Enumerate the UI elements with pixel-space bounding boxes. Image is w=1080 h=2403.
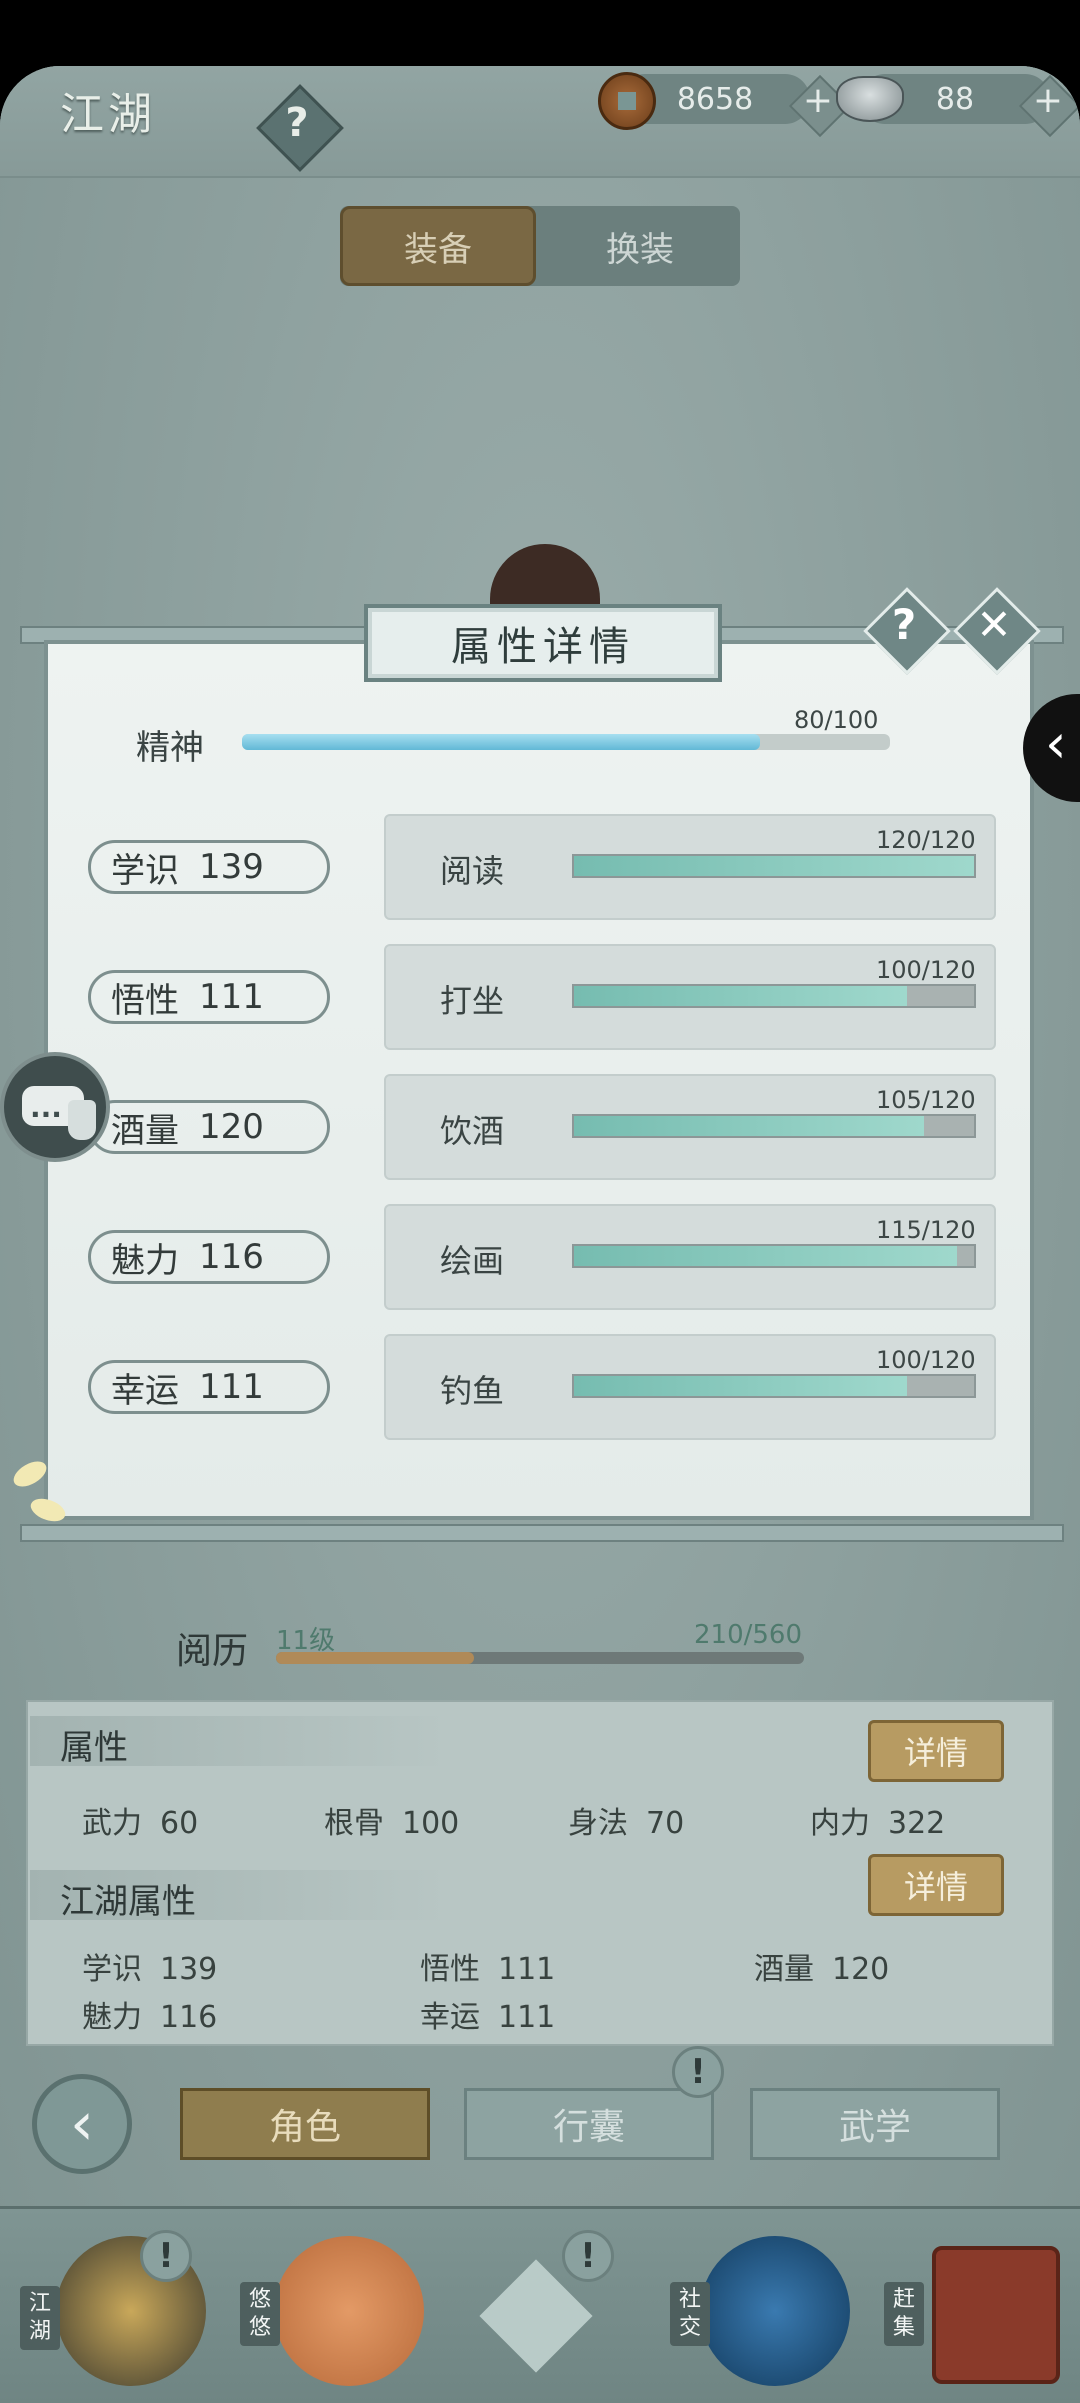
question-icon: ? [285, 100, 309, 146]
skill-value: 120/120 [876, 826, 976, 854]
attribute-value: 139 [199, 847, 264, 887]
attribute-value: 111 [199, 1367, 264, 1407]
chevron-left-icon: ‹ [1045, 712, 1067, 775]
nav-market[interactable]: 赶集 [880, 2236, 1070, 2386]
attribute-pill: 酒量 120 [88, 1100, 330, 1154]
tab-character[interactable]: 角色 [180, 2088, 430, 2160]
coin-count: 8658 [676, 81, 754, 117]
tab-martial-arts[interactable]: 武学 [750, 2088, 1000, 2160]
skill-value: 100/120 [876, 956, 976, 984]
nav-market-label: 赶集 [884, 2282, 924, 2346]
question-icon: ? [891, 600, 917, 649]
attribute-value: 111 [199, 977, 264, 1017]
back-arrow-icon: ‹ [70, 2089, 94, 2159]
tab-bag[interactable]: 行囊 [464, 2088, 714, 2160]
skill-name: 绘画 [440, 1242, 505, 1280]
nav-jianghu-label: 江湖 [20, 2286, 60, 2350]
spirit-bar-fill [242, 734, 761, 750]
attribute-pill: 学识 139 [88, 840, 330, 894]
skill-progress-bar [572, 1114, 976, 1138]
skill-value: 115/120 [876, 1216, 976, 1244]
attributes-section-title: 属性 [60, 1728, 128, 1768]
attribute-value: 120 [199, 1107, 264, 1147]
experience-bar-fill [276, 1652, 474, 1664]
skill-progress-fill [574, 856, 974, 876]
scroll-rod-bottom [20, 1524, 1064, 1542]
tab-swap[interactable]: 换装 [540, 206, 740, 286]
chat-button[interactable]: ··· [0, 1052, 110, 1162]
page-title: 江湖 [60, 89, 156, 140]
skill-progress-bar [572, 1374, 976, 1398]
skill-name: 钓鱼 [440, 1372, 505, 1410]
add-ingot-button[interactable]: + [1018, 74, 1080, 138]
attribute-name: 幸运 [111, 1370, 179, 1411]
experience-label: 阅历 [176, 1631, 249, 1672]
stat-drinking: 酒量 120 [754, 1952, 890, 1987]
bag-alert-icon: ! [672, 2046, 724, 2098]
skill-progress-fill [574, 1376, 908, 1396]
plus-icon: + [1032, 80, 1064, 121]
attribute-pill: 幸运 111 [88, 1360, 330, 1414]
modal-title: 属性详情 [364, 604, 722, 682]
attribute-value: 116 [199, 1237, 264, 1277]
jianghu-detail-button[interactable]: 详情 [868, 1854, 1004, 1916]
stat-constitution: 根骨 100 [324, 1806, 460, 1841]
nav-youyou-label: 悠悠 [240, 2282, 280, 2346]
stat-internal-power: 内力 322 [810, 1806, 946, 1841]
back-button[interactable]: ‹ [32, 2074, 132, 2174]
ingot-count: 88 [935, 81, 975, 117]
skill-progress-fill [574, 1116, 924, 1136]
spirit-value: 80/100 [794, 706, 879, 734]
swallow-icon [274, 2236, 424, 2386]
skill-progress-fill [574, 986, 908, 1006]
nav-social[interactable]: 社交 [664, 2236, 854, 2386]
skill-name: 阅读 [440, 852, 505, 890]
attribute-name: 魅力 [111, 1240, 179, 1281]
skill-name: 饮酒 [440, 1112, 505, 1150]
ellipsis-icon: ··· [30, 1098, 62, 1131]
attribute-name: 酒量 [111, 1110, 179, 1151]
basket-icon [932, 2246, 1060, 2384]
attribute-name: 悟性 [111, 980, 179, 1021]
skill-progress-bar [572, 854, 976, 878]
skill-value: 105/120 [876, 1086, 976, 1114]
modal-close-button[interactable]: ✕ [953, 587, 1041, 675]
attribute-pill: 魅力 116 [88, 1230, 330, 1284]
close-icon: ✕ [976, 600, 1012, 649]
stat-comprehension: 悟性 111 [420, 1952, 556, 1987]
stat-agility: 身法 70 [568, 1806, 685, 1841]
spirit-label: 精神 [136, 728, 204, 768]
center-alert-icon: ! [562, 2230, 614, 2282]
experience-value: 210/560 [694, 1620, 803, 1650]
coin-icon [598, 72, 656, 130]
skill-progress-fill [574, 1246, 958, 1266]
wave-icon [700, 2236, 850, 2386]
attributes-detail-button[interactable]: 详情 [868, 1720, 1004, 1782]
nav-youyou[interactable]: 悠悠 [234, 2236, 424, 2386]
stat-charm: 魅力 116 [82, 2000, 218, 2035]
skill-progress-bar [572, 1244, 976, 1268]
modal-help-button[interactable]: ? [863, 587, 951, 675]
attribute-name: 学识 [111, 850, 179, 891]
tab-equip[interactable]: 装备 [340, 206, 536, 286]
stat-knowledge: 学识 139 [82, 1952, 218, 1987]
skill-name: 打坐 [440, 982, 505, 1020]
jianghu-section-title: 江湖属性 [60, 1882, 196, 1922]
wine-jar-icon [68, 1100, 96, 1140]
skill-value: 100/120 [876, 1346, 976, 1374]
spirit-bar [242, 734, 890, 750]
silver-ingot-icon [836, 76, 904, 122]
stat-force: 武力 60 [82, 1806, 199, 1841]
nav-social-label: 社交 [670, 2282, 710, 2346]
skill-progress-bar [572, 984, 976, 1008]
attribute-pill: 悟性 111 [88, 970, 330, 1024]
jianghu-alert-icon: ! [140, 2230, 192, 2282]
stat-luck: 幸运 111 [420, 2000, 556, 2035]
